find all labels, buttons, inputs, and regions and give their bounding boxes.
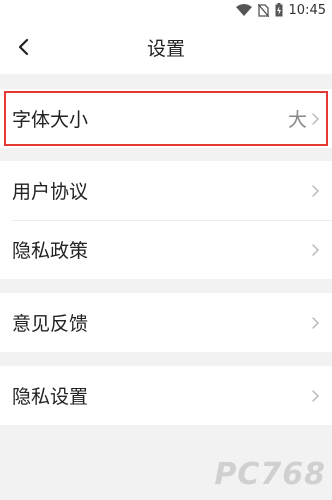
font-size-row[interactable]: 字体大小 大 [0,89,332,148]
font-size-value: 大 [287,109,307,131]
chevron-right-icon [311,184,320,198]
font-size-label: 字体大小 [12,109,89,131]
privacy-settings-row[interactable]: 隐私设置 [0,366,332,425]
status-time: 10:45 [288,2,326,18]
back-button[interactable] [10,34,36,60]
watermark: PC768 [214,457,326,492]
chevron-right-icon [311,243,320,257]
chevron-right-icon [311,112,320,126]
chevron-right-icon [311,389,320,403]
user-agreement-label: 用户协议 [12,181,89,203]
title-bar: 设置 [0,20,332,74]
privacy-settings-label: 隐私设置 [12,386,89,408]
no-sim-icon [257,3,269,17]
chevron-right-icon [311,316,320,330]
feedback-row[interactable]: 意见反馈 [0,293,332,352]
wifi-icon [235,4,252,16]
feedback-label: 意见反馈 [12,313,89,335]
privacy-policy-label: 隐私政策 [12,240,89,262]
battery-charging-icon [275,3,283,17]
settings-group-legal: 用户协议 隐私政策 [0,161,332,279]
settings-group-feedback: 意见反馈 [0,293,332,352]
chevron-left-icon [18,38,29,56]
settings-group-privacy: 隐私设置 [0,366,332,425]
status-bar: 10:45 [0,0,332,20]
settings-group-display: 字体大小 大 [0,89,332,148]
privacy-policy-row[interactable]: 隐私政策 [0,220,332,279]
page-title: 设置 [146,37,185,60]
user-agreement-row[interactable]: 用户协议 [0,161,332,220]
